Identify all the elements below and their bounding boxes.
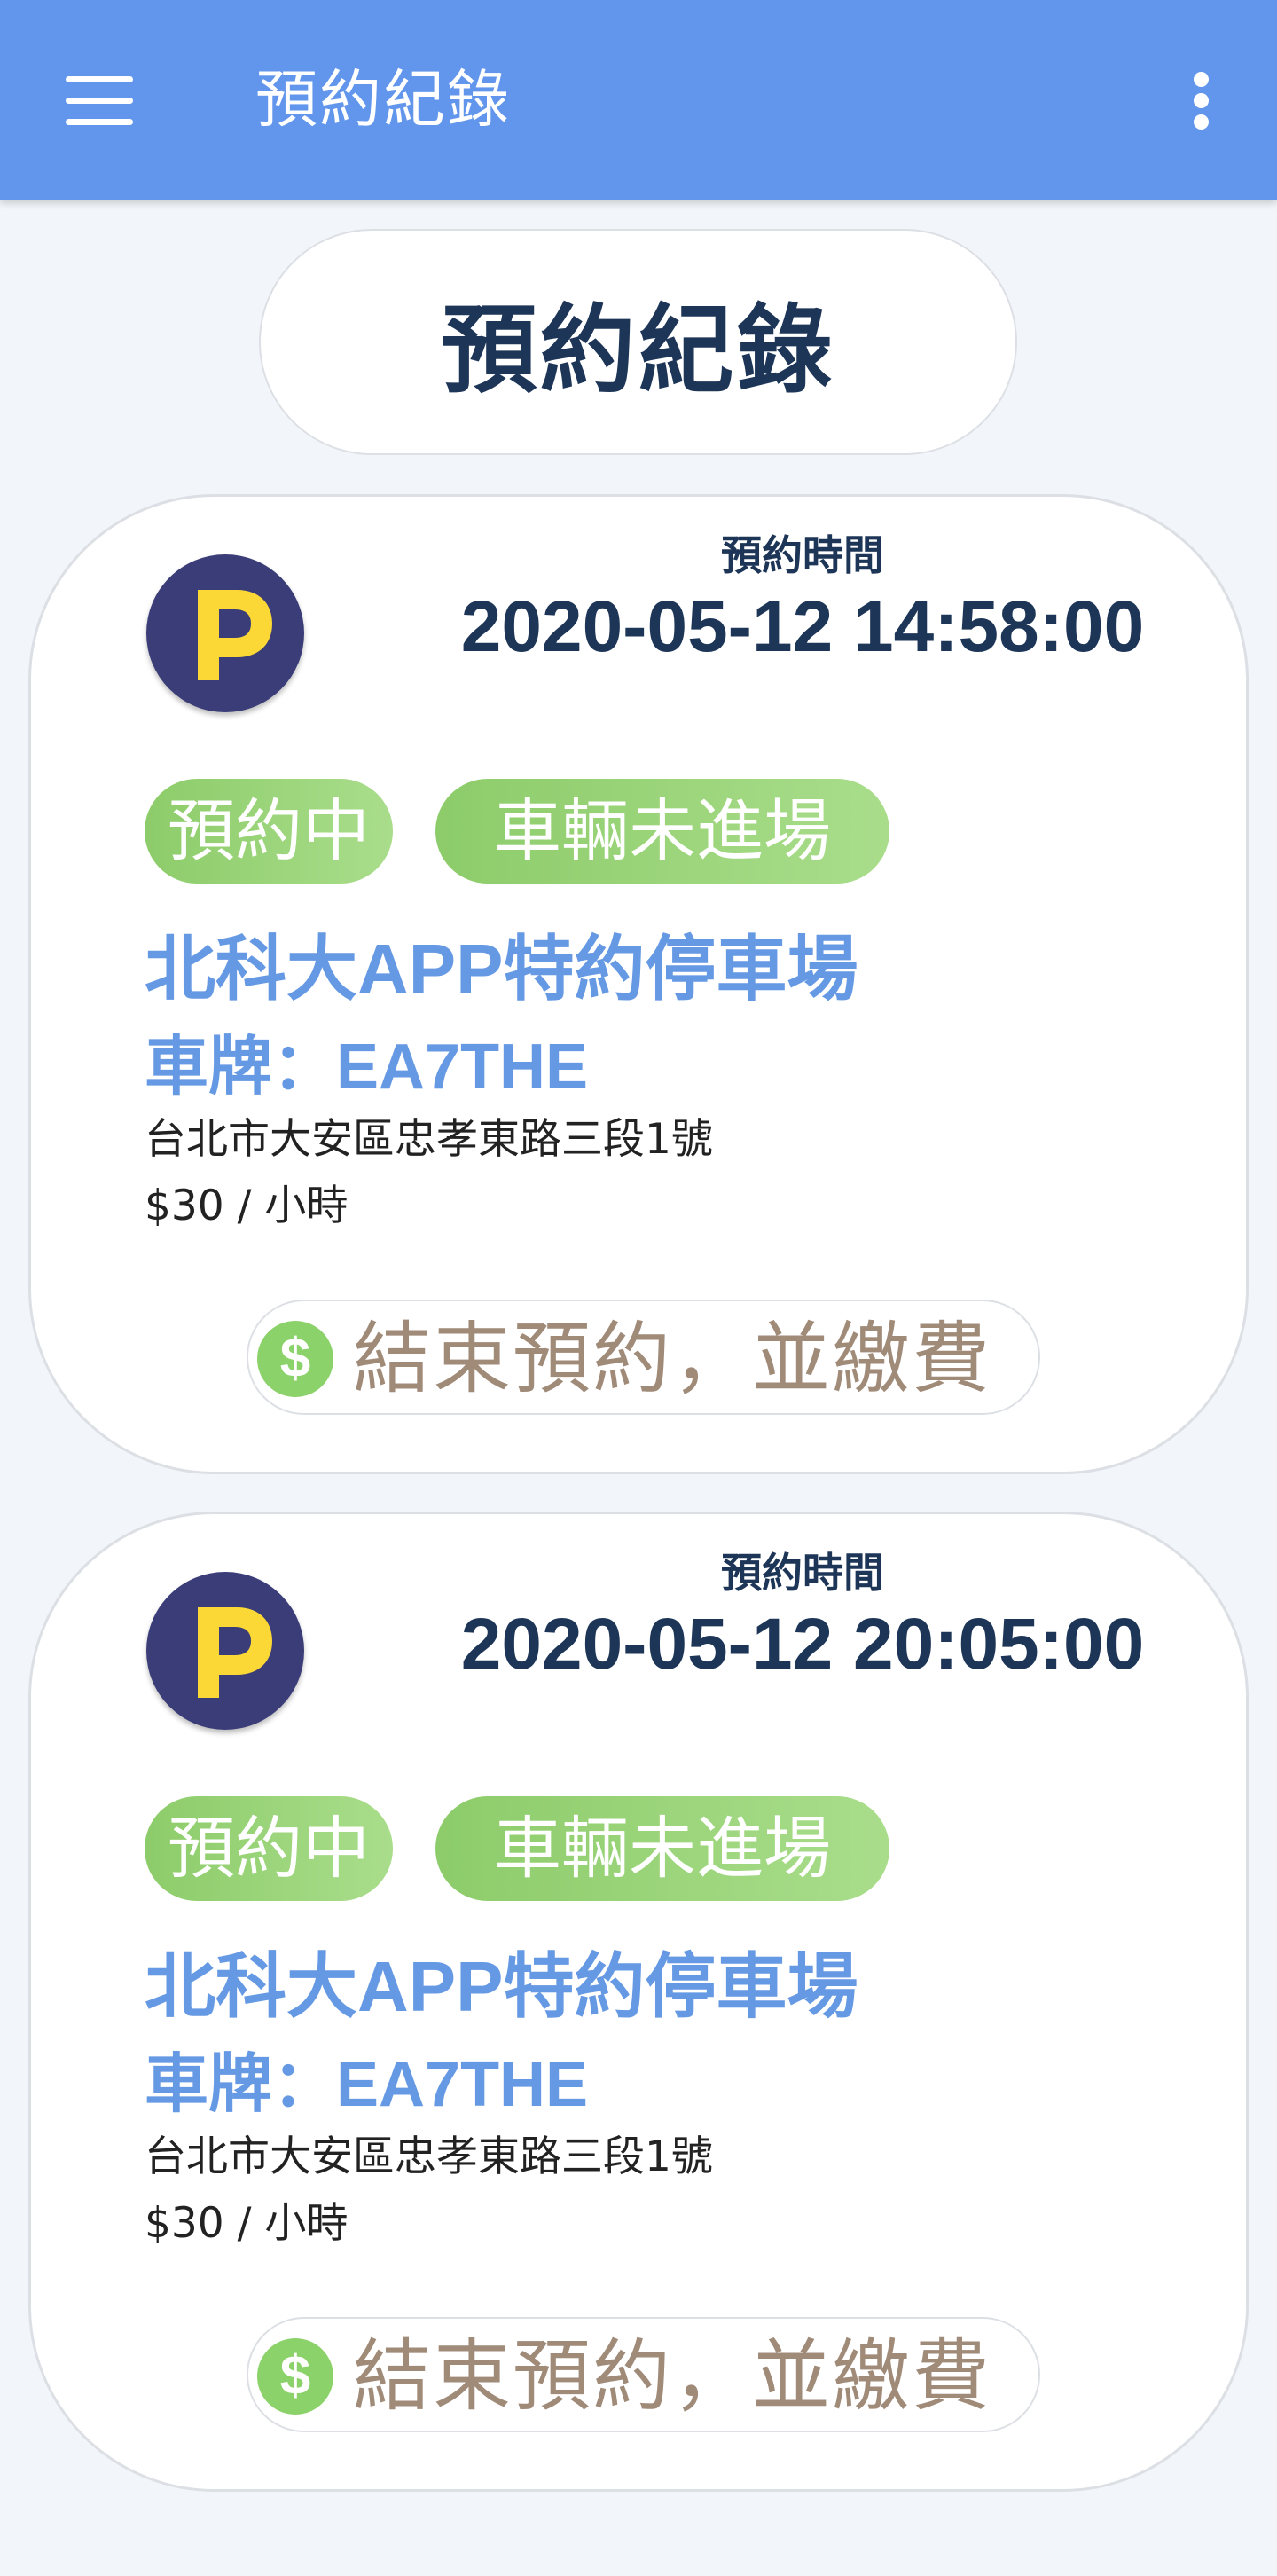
parking-address: 台北市大安區忠孝東路三段1號: [145, 2132, 713, 2181]
hamburger-menu-icon-bar: [66, 98, 133, 104]
parking-icon: [146, 554, 304, 712]
parking-address: 台北市大安區忠孝東路三段1號: [145, 1115, 713, 1164]
dollar-icon: $: [257, 1321, 333, 1397]
status-badge: 預約中: [145, 1796, 393, 1901]
hamburger-menu-icon-bar: [66, 119, 133, 125]
reservation-card: 預約時間 2020-05-12 14:58:00 預約中 車輛未進場 北科大AP…: [28, 494, 1249, 1474]
parking-price: $30 / 小時: [145, 1182, 349, 1230]
end-reservation-and-pay-button[interactable]: $ 結束預約，並繳費: [247, 2317, 1040, 2432]
end-reservation-and-pay-button[interactable]: $ 結束預約，並繳費: [247, 1300, 1040, 1415]
reservation-time: 2020-05-12 14:58:00: [460, 586, 1145, 667]
license-plate: 車牌：EA7THE: [145, 1022, 588, 1111]
reservation-card: 預約時間 2020-05-12 20:05:00 預約中 車輛未進場 北科大AP…: [28, 1512, 1249, 2492]
reservation-time-label: 預約時間: [721, 531, 884, 579]
license-plate-label: 車牌：: [145, 2046, 337, 2121]
more-options-button[interactable]: [1171, 60, 1233, 140]
status-badge: 預約中: [145, 779, 393, 884]
menu-button[interactable]: [48, 60, 145, 140]
page-title-pill: 預約紀錄: [259, 229, 1017, 455]
app-bar-title: 預約紀錄: [255, 63, 511, 136]
more-vertical-icon-dot: [1194, 114, 1209, 130]
license-plate-value: EA7THE: [336, 1032, 589, 1103]
end-reservation-and-pay-label: 結束預約，並繳費: [353, 1313, 992, 1404]
vehicle-entry-badge: 車輛未進場: [435, 779, 889, 884]
parking-price: $30 / 小時: [145, 2199, 349, 2248]
parking-icon: [146, 1572, 304, 1730]
license-plate-label: 車牌：: [145, 1029, 337, 1103]
page-title: 預約紀錄: [441, 295, 835, 406]
reservation-time-label: 預約時間: [721, 1549, 884, 1597]
app-bar: 預約紀錄: [0, 0, 1277, 200]
parking-lot-name: 北科大APP特約停車場: [145, 930, 858, 1009]
parking-lot-name: 北科大APP特約停車場: [145, 1947, 858, 2026]
more-vertical-icon: [1194, 72, 1209, 87]
vehicle-entry-badge: 車輛未進場: [435, 1796, 889, 1901]
hamburger-menu-icon: [66, 76, 133, 82]
license-plate-value: EA7THE: [336, 2049, 589, 2120]
more-vertical-icon-dot: [1194, 93, 1209, 108]
dollar-icon: $: [257, 2338, 333, 2415]
license-plate: 車牌：EA7THE: [145, 2039, 588, 2129]
end-reservation-and-pay-label: 結束預約，並繳費: [353, 2330, 992, 2422]
reservation-time: 2020-05-12 20:05:00: [460, 1604, 1145, 1685]
